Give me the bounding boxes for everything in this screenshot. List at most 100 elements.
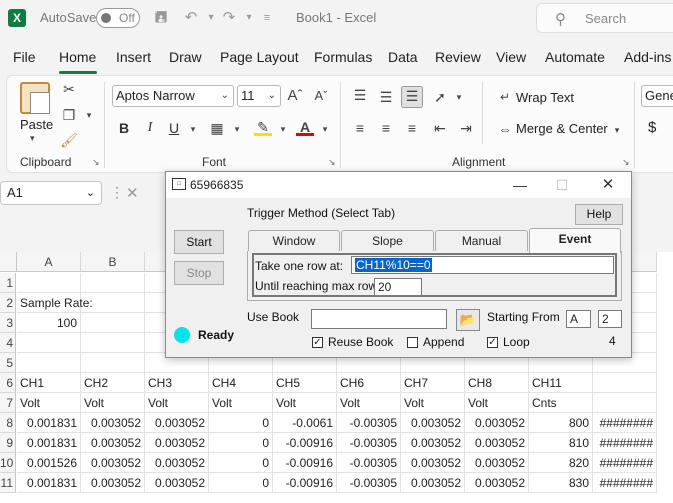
tab-insert[interactable]: Insert [116,49,151,65]
name-box[interactable]: A1 ⌄ [0,181,102,205]
data-cell[interactable]: 800 [529,413,593,433]
data-cell[interactable]: 0 [209,473,273,493]
empty-cell[interactable] [17,273,81,293]
row-header[interactable]: 9 [0,433,16,453]
decrease-font-icon[interactable]: Aˇ [312,87,330,105]
formula-bar-grip-icon[interactable]: ⋮ [110,184,124,201]
channel-header-cell[interactable]: CH4 [209,373,273,393]
align-right-icon[interactable]: ≡ [402,119,422,137]
font-name-combo[interactable]: Aptos Narrow ⌄ [112,85,234,107]
data-cell[interactable]: 0.003052 [81,453,145,473]
font-launcher-icon[interactable]: ↘ [328,157,336,168]
unit-cell[interactable]: Volt [209,393,273,413]
paste-icon[interactable] [20,82,50,114]
wrap-text-icon[interactable]: ↵ [496,88,514,106]
data-cell[interactable]: 0.003052 [145,413,209,433]
underline-dropdown-icon[interactable]: ▾ [184,120,202,138]
row-header[interactable]: 10 [0,453,16,473]
tab-page-layout[interactable]: Page Layout [220,49,299,65]
data-cell[interactable]: 0.003052 [401,453,465,473]
row-header[interactable]: 2 [0,293,16,313]
channel-header-cell[interactable]: CH8 [465,373,529,393]
tab-window[interactable]: Window [248,230,340,251]
tab-slope[interactable]: Slope [341,230,434,251]
data-cell[interactable]: 0.003052 [465,413,529,433]
data-cell[interactable]: 0.001831 [17,413,81,433]
tab-formulas[interactable]: Formulas [314,49,372,65]
row-header[interactable]: 1 [0,273,16,293]
tab-home[interactable]: Home [59,49,96,65]
data-cell[interactable]: -0.00305 [337,413,401,433]
unit-cell[interactable]: Volt [273,393,337,413]
append-checkbox[interactable] [407,337,418,348]
tab-manual[interactable]: Manual [435,230,528,251]
empty-cell[interactable] [81,313,145,333]
increase-font-icon[interactable]: Aˆ [286,87,304,105]
tab-data[interactable]: Data [388,49,418,65]
start-row-input[interactable]: 2 [598,310,622,328]
data-cell[interactable]: 0.003052 [465,433,529,453]
number-format-combo[interactable]: Gene [641,85,673,107]
data-cell[interactable]: -0.00916 [273,433,337,453]
search-box[interactable]: ⚲ Search [536,3,673,33]
tab-draw[interactable]: Draw [169,49,202,65]
unit-cell[interactable]: Volt [145,393,209,413]
data-cell[interactable]: 0.003052 [145,453,209,473]
empty-cell[interactable] [593,373,657,393]
undo-dropdown-icon[interactable]: ▾ [202,9,220,27]
unit-cell[interactable]: Volt [337,393,401,413]
data-cell[interactable]: 0 [209,453,273,473]
row-header[interactable]: 8 [0,413,16,433]
empty-cell[interactable] [81,333,145,353]
align-middle-icon[interactable]: ☰ [376,88,396,106]
data-cell[interactable]: -0.0061 [273,413,337,433]
browse-folder-button[interactable]: 📂 [456,309,480,331]
data-cell[interactable]: -0.00916 [273,473,337,493]
alignment-launcher-icon[interactable]: ↘ [622,157,630,168]
tab-automate[interactable]: Automate [545,49,605,65]
font-color-icon[interactable]: A [296,118,314,136]
row-header[interactable]: 6 [0,373,16,393]
channel-header-cell[interactable]: CH2 [81,373,145,393]
data-cell[interactable]: 830 [529,473,593,493]
sample-rate-value-cell[interactable]: 100 [17,313,81,333]
align-top-icon[interactable]: ☰ [350,86,370,104]
start-column-input[interactable]: A [566,310,591,328]
max-row-input[interactable]: 20 [374,278,422,296]
tab-add-ins[interactable]: Add-ins [624,49,671,65]
unit-cell[interactable]: Volt [465,393,529,413]
fill-color-dropdown-icon[interactable]: ▾ [274,120,292,138]
channel-header-cell[interactable]: CH5 [273,373,337,393]
data-cell[interactable]: ######## [593,413,657,433]
channel-header-cell[interactable]: CH7 [401,373,465,393]
merge-center-icon[interactable]: ⇔ [496,120,514,138]
copy-dropdown-icon[interactable]: ▾ [80,106,98,124]
undo-icon[interactable]: ↶ [182,9,200,27]
data-cell[interactable]: 0.001831 [17,473,81,493]
data-cell[interactable]: 0.003052 [145,473,209,493]
data-cell[interactable]: 0 [209,433,273,453]
decrease-indent-icon[interactable]: ⇤ [430,119,450,137]
clipboard-launcher-icon[interactable]: ↘ [92,157,100,168]
unit-cell[interactable]: Cnts [529,393,593,413]
wrap-text-button[interactable]: Wrap Text [516,90,574,105]
data-cell[interactable]: 0.003052 [465,453,529,473]
italic-button[interactable]: I [142,119,158,137]
column-header[interactable]: B [81,252,145,272]
data-cell[interactable]: 0.003052 [81,473,145,493]
data-cell[interactable]: -0.00305 [337,453,401,473]
empty-cell[interactable] [17,333,81,353]
data-cell[interactable]: 0.001831 [17,433,81,453]
paste-button[interactable]: Paste [20,117,53,132]
borders-icon[interactable]: ▦ [208,119,226,137]
channel-header-cell[interactable]: CH11 [529,373,593,393]
redo-icon[interactable]: ↷ [220,9,238,27]
align-bottom-icon[interactable]: ☰ [401,86,423,108]
data-cell[interactable]: ######## [593,433,657,453]
tab-event[interactable]: Event [529,228,621,253]
data-cell[interactable]: 0.003052 [465,473,529,493]
empty-cell[interactable] [17,353,81,373]
unit-cell[interactable]: Volt [17,393,81,413]
orientation-dropdown-icon[interactable]: ▾ [450,88,468,106]
data-cell[interactable]: -0.00305 [337,473,401,493]
